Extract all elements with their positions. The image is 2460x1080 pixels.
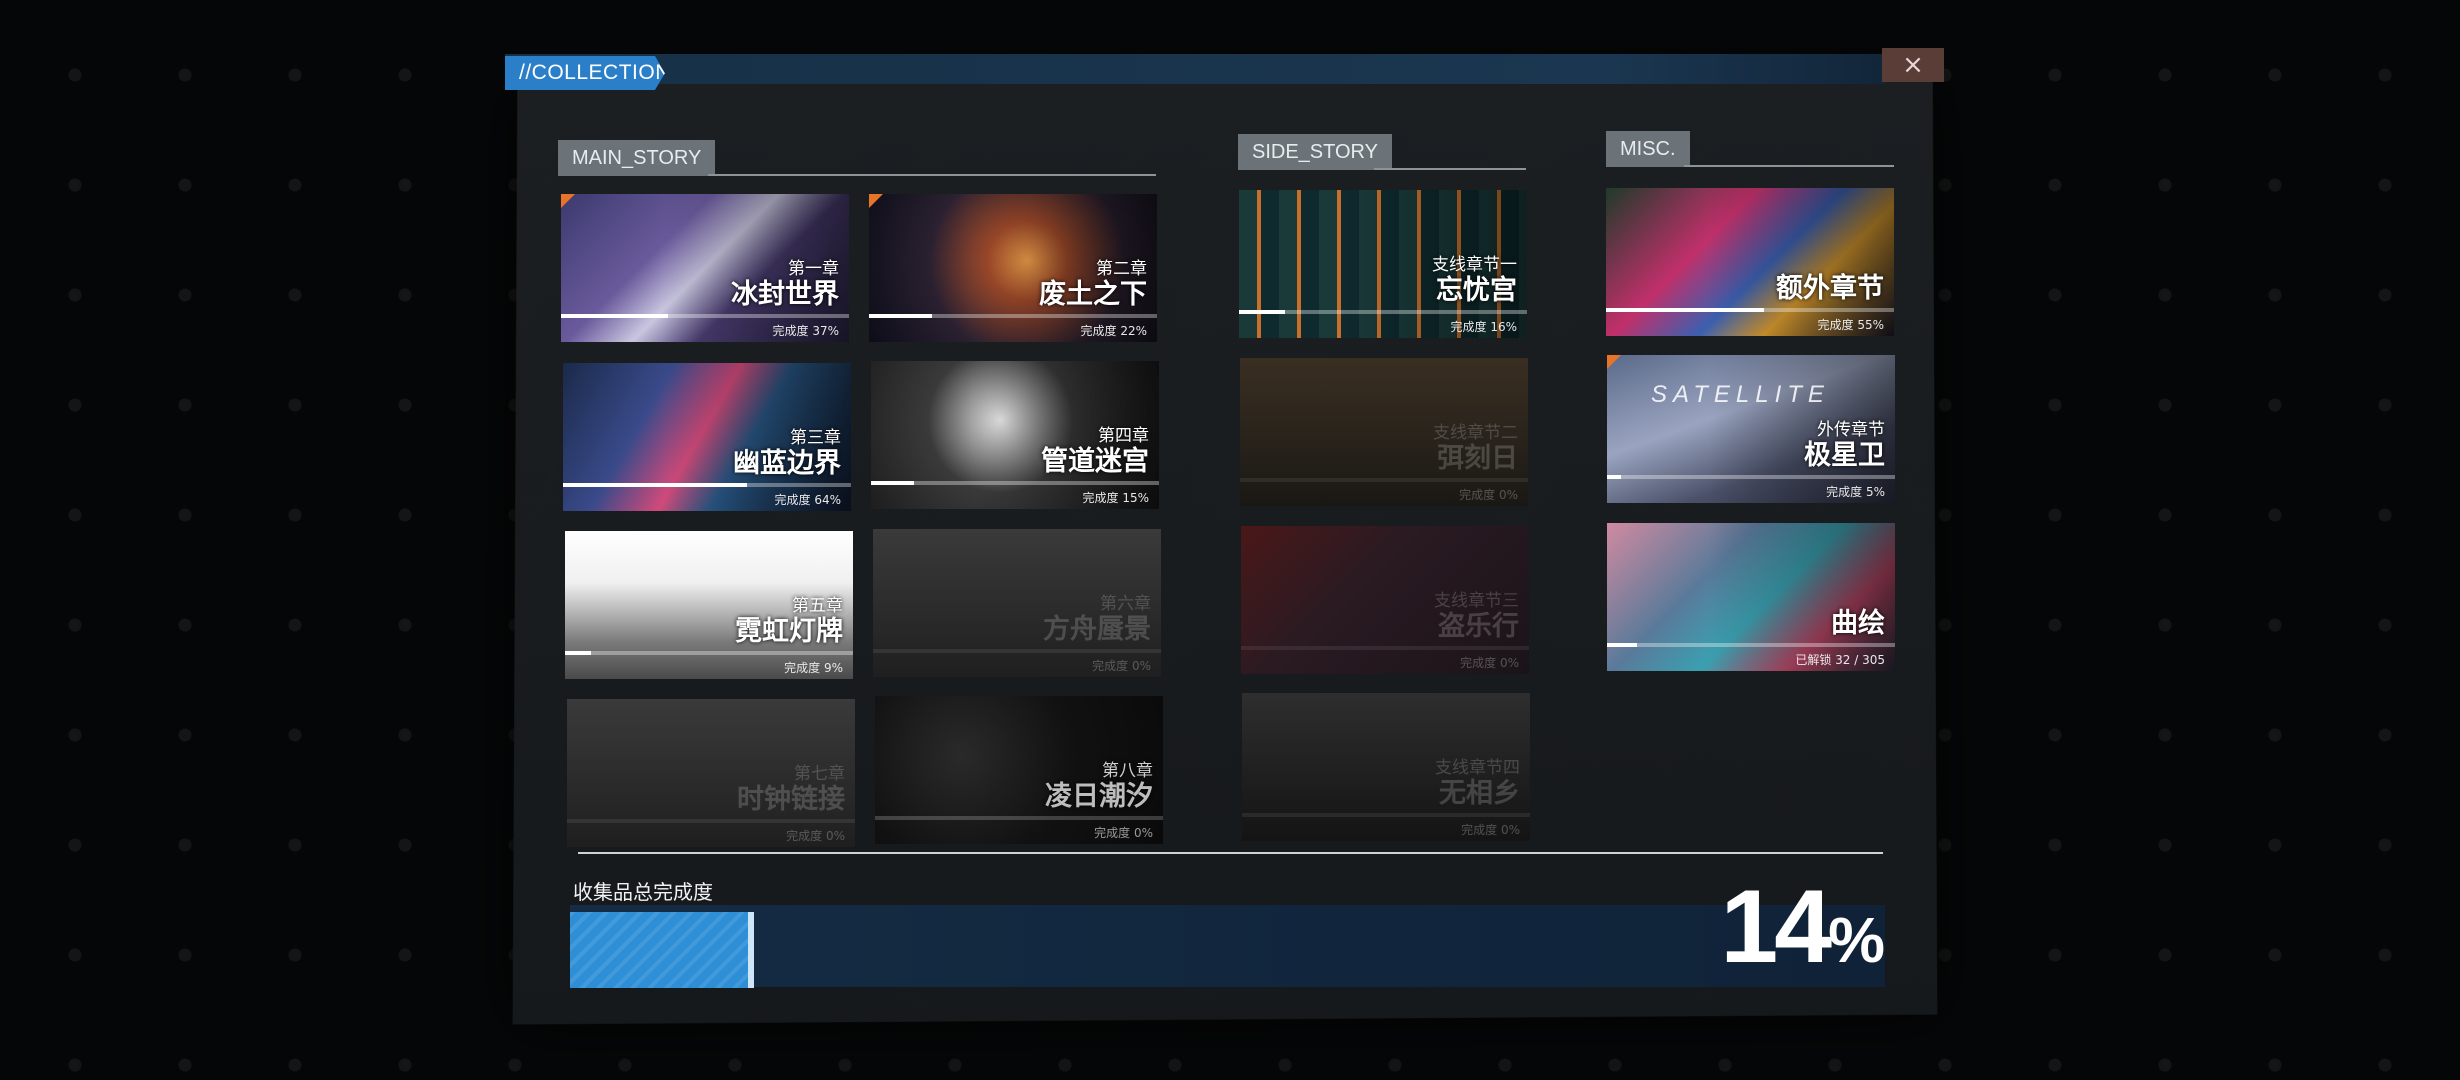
progress-text: 完成度 0% — [1459, 488, 1518, 502]
chapter-title: 霓虹灯牌 — [735, 616, 843, 647]
progress-track — [561, 314, 849, 318]
progress-track — [565, 651, 853, 655]
chapter-card[interactable]: 第八章 凌日潮汐 完成度 0% — [875, 696, 1163, 844]
chapter-title: 凌日潮汐 — [1045, 781, 1153, 812]
progress-track — [873, 649, 1161, 653]
section-side-story: SIDE_STORY — [1238, 134, 1526, 170]
progress-text: 完成度 16% — [1450, 320, 1518, 334]
side-chapter-card[interactable]: 支线章节一 忘忧宫 完成度 16% — [1239, 190, 1527, 338]
satellite-logo: SATELLITE — [1651, 381, 1830, 408]
progress-text: 完成度 15% — [1082, 491, 1150, 505]
progress-fill — [1239, 310, 1286, 314]
section-misc: MISC. — [1606, 131, 1894, 167]
progress-text: 完成度 9% — [784, 661, 843, 675]
progress-fill — [563, 483, 748, 487]
chapter-title: 盗乐行 — [1438, 611, 1519, 642]
total-progress-label: 收集品总完成度 — [573, 880, 713, 904]
progress-track — [871, 481, 1159, 485]
progress-track — [1607, 643, 1895, 647]
progress-fill — [869, 314, 933, 318]
new-badge — [1607, 355, 1621, 369]
side-chapter-card-locked[interactable]: 支线章节三 盗乐行 完成度 0% — [1241, 526, 1529, 674]
chapter-title: 弭刻日 — [1437, 443, 1518, 474]
new-badge — [561, 194, 575, 208]
total-progress-fill — [570, 912, 754, 988]
chapter-title: 忘忧宫 — [1436, 275, 1517, 306]
close-button[interactable]: × — [1882, 48, 1944, 82]
chapter-title: 时钟链接 — [737, 784, 845, 815]
chapter-title: 管道迷宫 — [1041, 446, 1149, 477]
chapter-title: 冰封世界 — [731, 279, 839, 310]
progress-track — [1606, 308, 1894, 312]
progress-fill — [565, 651, 591, 655]
progress-track — [563, 483, 851, 487]
section-divider — [1374, 168, 1526, 170]
chapter-title: 曲绘 — [1831, 608, 1885, 639]
progress-track — [1242, 813, 1530, 817]
side-chapter-card-locked[interactable]: 支线章节四 无相乡 完成度 0% — [1242, 693, 1530, 841]
chapter-card-locked[interactable]: 第七章 时钟链接 完成度 0% — [567, 699, 855, 847]
total-divider — [578, 852, 1883, 854]
chapter-card[interactable]: 第二章 废土之下 完成度 22% — [869, 194, 1157, 342]
progress-fill — [871, 481, 915, 485]
section-main-story: MAIN_STORY — [558, 140, 1156, 176]
progress-fill — [1606, 308, 1765, 312]
progress-fill — [561, 314, 668, 318]
progress-text: 完成度 0% — [1092, 659, 1151, 673]
chapter-card[interactable]: 第三章 幽蓝边界 完成度 64% — [563, 363, 851, 511]
section-divider — [1684, 165, 1894, 167]
progress-text: 完成度 0% — [1094, 826, 1153, 840]
chapter-card[interactable]: 第四章 管道迷宫 完成度 15% — [871, 361, 1159, 509]
chapter-title: 方舟蜃景 — [1043, 614, 1151, 645]
chapter-card[interactable]: 第一章 冰封世界 完成度 37% — [561, 194, 849, 342]
progress-track — [869, 314, 1157, 318]
header-bar — [505, 54, 1885, 84]
side-chapter-card-locked[interactable]: 支线章节二 弭刻日 完成度 0% — [1240, 358, 1528, 506]
progress-text: 完成度 55% — [1817, 318, 1885, 332]
progress-track — [567, 819, 855, 823]
progress-fill — [1607, 643, 1638, 647]
progress-text: 完成度 37% — [772, 324, 840, 338]
progress-track — [1239, 310, 1527, 314]
progress-track — [1607, 475, 1895, 479]
total-progress-track — [570, 905, 1885, 987]
progress-text: 已解锁 32 / 305 — [1795, 653, 1885, 667]
progress-text: 完成度 0% — [1461, 823, 1520, 837]
section-divider — [708, 174, 1156, 176]
progress-track — [1240, 478, 1528, 482]
total-progress-value: 14% — [1700, 868, 1885, 987]
progress-text: 完成度 64% — [774, 493, 842, 507]
chapter-title: 幽蓝边界 — [733, 448, 841, 479]
misc-card-gaiden[interactable]: SATELLITE 外传章节 极星卫 完成度 5% — [1607, 355, 1895, 503]
misc-card-extra-chapter[interactable]: 额外章节 完成度 55% — [1606, 188, 1894, 336]
new-badge — [869, 194, 883, 208]
page-title: //COLLECTION — [505, 56, 665, 90]
chapter-title: 废土之下 — [1039, 279, 1147, 310]
section-label: MISC. — [1606, 131, 1690, 167]
section-label: SIDE_STORY — [1238, 134, 1392, 170]
chapter-card-locked[interactable]: 第六章 方舟蜃景 完成度 0% — [873, 529, 1161, 677]
chapter-title: 额外章节 — [1776, 273, 1884, 304]
section-label: MAIN_STORY — [558, 140, 716, 176]
total-progress-symbol: % — [1828, 904, 1885, 976]
chapter-card[interactable]: 第五章 霓虹灯牌 完成度 9% — [565, 531, 853, 679]
progress-track — [1241, 646, 1529, 650]
progress-text: 完成度 0% — [786, 829, 845, 843]
progress-track — [875, 816, 1163, 820]
total-progress-number: 14 — [1720, 869, 1832, 985]
misc-card-illustrations[interactable]: 曲绘 已解锁 32 / 305 — [1607, 523, 1895, 671]
progress-text: 完成度 22% — [1080, 324, 1148, 338]
chapter-title: 无相乡 — [1439, 778, 1520, 809]
progress-text: 完成度 0% — [1460, 656, 1519, 670]
chapter-title: 极星卫 — [1804, 440, 1885, 471]
progress-fill — [1607, 475, 1622, 479]
progress-text: 完成度 5% — [1826, 485, 1885, 499]
